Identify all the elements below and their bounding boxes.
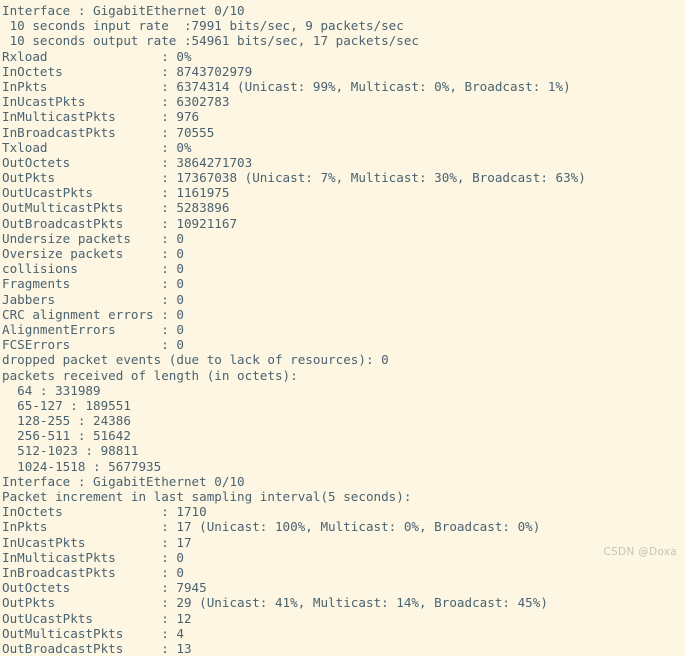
- terminal-line: Fragments : 0: [2, 276, 184, 292]
- terminal-line: packets received of length (in octets):: [2, 367, 298, 383]
- terminal-line: 1024-1518 : 5677935: [2, 458, 162, 474]
- terminal-line: Interface : GigabitEthernet 0/10: [2, 3, 245, 18]
- terminal-line: InMulticastPkts : 0: [2, 549, 184, 565]
- terminal-line: OutPkts : 17367038 (Unicast: 7%, Multica…: [2, 170, 586, 186]
- terminal-line: InOctets : 1710: [2, 504, 207, 520]
- terminal-line: FCSErrors : 0: [2, 337, 184, 353]
- terminal-line: InUcastPkts : 17: [2, 534, 192, 550]
- terminal-line: Rxload : 0%: [2, 48, 192, 64]
- terminal-line: OutBroadcastPkts : 13: [2, 640, 192, 656]
- terminal-line: Jabbers : 0: [2, 291, 184, 307]
- terminal-line: 128-255 : 24386: [2, 413, 131, 429]
- terminal-line: AlignmentErrors : 0: [2, 321, 184, 337]
- terminal-line: 512-1023 : 98811: [2, 443, 139, 459]
- terminal-line: InBroadcastPkts : 70555: [2, 124, 215, 140]
- terminal-line: OutUcastPkts : 12: [2, 610, 192, 626]
- terminal-line: Oversize packets : 0: [2, 246, 184, 261]
- terminal-line: OutOctets : 7945: [2, 580, 207, 596]
- terminal-line: OutOctets : 3864271703: [2, 154, 253, 170]
- terminal-line: 10 seconds output rate :54961 bits/sec, …: [2, 33, 420, 49]
- terminal-line: 65-127 : 189551: [2, 397, 131, 413]
- terminal-line: OutBroadcastPkts : 10921167: [2, 215, 238, 231]
- terminal-line: dropped packet events (due to lack of re…: [2, 352, 389, 368]
- terminal-line: collisions : 0: [2, 261, 184, 277]
- terminal-line: OutUcastPkts : 1161975: [2, 185, 230, 201]
- watermark-label: CSDN @Doxa: [603, 546, 677, 558]
- terminal-output: Interface : GigabitEthernet 0/10 10 seco…: [0, 0, 685, 656]
- terminal-line: OutMulticastPkts : 5283896: [2, 200, 230, 216]
- terminal-line: 64 : 331989: [2, 382, 101, 398]
- terminal-line: InBroadcastPkts : 0: [2, 564, 184, 580]
- terminal-line: InOctets : 8743702979: [2, 63, 253, 79]
- terminal-line: InMulticastPkts : 976: [2, 109, 200, 125]
- terminal-line: InUcastPkts : 6302783: [2, 94, 230, 110]
- terminal-line: Interface : GigabitEthernet 0/10: [2, 473, 245, 489]
- terminal-line: Txload : 0%: [2, 139, 192, 155]
- terminal-line: InPkts : 17 (Unicast: 100%, Multicast: 0…: [2, 519, 541, 535]
- terminal-line: 256-511 : 51642: [2, 428, 131, 444]
- terminal-line: InPkts : 6374314 (Unicast: 99%, Multicas…: [2, 78, 571, 94]
- terminal-line: Undersize packets : 0: [2, 230, 184, 246]
- terminal-line: OutPkts : 29 (Unicast: 41%, Multicast: 1…: [2, 595, 548, 611]
- terminal-line: Packet increment in last sampling interv…: [2, 489, 412, 504]
- terminal-line: OutMulticastPkts : 4: [2, 625, 184, 641]
- terminal-line: CRC alignment errors : 0: [2, 306, 184, 322]
- terminal-line: 10 seconds input rate :7991 bits/sec, 9 …: [2, 18, 404, 34]
